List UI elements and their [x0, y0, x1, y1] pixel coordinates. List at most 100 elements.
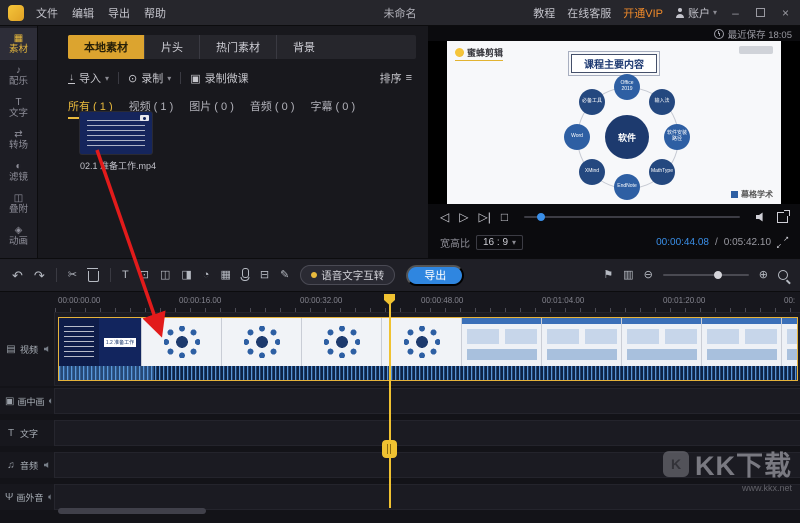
speed-icon[interactable]: ◔ — [203, 270, 210, 281]
playhead-line[interactable] — [389, 296, 391, 508]
pip-track-header[interactable]: ▣ 画中画 — [0, 388, 55, 414]
zoom-in-button[interactable]: ⊕ — [759, 270, 768, 281]
filter-image[interactable]: 图片 ( 0 ) — [189, 98, 234, 117]
support-link[interactable]: 在线客服 — [567, 5, 611, 21]
transition-icon: ⇄ — [14, 130, 22, 140]
sidebar-item-filter[interactable]: ◐ 滤镜 — [0, 156, 37, 188]
filter-subtitle[interactable]: 字幕 ( 0 ) — [311, 98, 356, 117]
timeline-zoom-slider[interactable] — [663, 274, 749, 276]
mute-icon[interactable] — [44, 462, 51, 469]
undo-icon[interactable]: ↶ — [12, 269, 23, 282]
slide-footer-label: 幕格学术 — [741, 189, 773, 200]
ruler-label: 00:00:32.00 — [300, 296, 342, 305]
subtitle-icon[interactable]: ⊟ — [260, 270, 269, 281]
record-lesson-label: 录制微课 — [205, 70, 249, 86]
filter-audio[interactable]: 音频 ( 0 ) — [250, 98, 295, 117]
text-track-header[interactable]: T 文字 — [0, 420, 55, 446]
audio-track-header[interactable]: ♫ 音频 — [0, 452, 55, 478]
tutorial-link[interactable]: 教程 — [533, 5, 555, 21]
delete-icon[interactable] — [88, 271, 99, 282]
sidebar-item-overlay[interactable]: ◫ 叠附 — [0, 188, 37, 220]
timeline-scrollbar[interactable] — [58, 508, 206, 514]
thumb-screenshot — [781, 318, 797, 366]
menu-file[interactable]: 文件 — [36, 5, 58, 21]
import-button[interactable]: ↓ 导入 ▾ — [68, 70, 109, 86]
menu-edit[interactable]: 编辑 — [72, 5, 94, 21]
record-lesson-icon: ▣ — [190, 72, 200, 85]
maximize-button[interactable] — [754, 6, 767, 20]
pip-track-body[interactable] — [55, 388, 800, 414]
thumb-screenshot — [541, 318, 621, 366]
time-ruler[interactable]: 00:00:00.00 00:00:16.00 00:00:32.00 00:0… — [0, 292, 800, 313]
detach-preview-icon[interactable] — [777, 212, 788, 223]
aspect-ratio-select[interactable]: 16 : 9 ▾ — [476, 235, 523, 250]
record-icon: ⊙ — [128, 72, 137, 85]
clip-thumbnail[interactable] — [80, 112, 152, 154]
text-tool-icon[interactable]: T — [122, 270, 129, 281]
volume-icon[interactable] — [756, 212, 767, 222]
sidebar-item-transition[interactable]: ⇄ 转场 — [0, 124, 37, 156]
annotate-icon[interactable]: ✎ — [280, 270, 289, 281]
seek-knob[interactable] — [537, 213, 545, 221]
thumb-title-slide — [59, 318, 99, 366]
sidebar-item-materials[interactable]: ▦ 素材 — [0, 28, 37, 60]
playhead-handle[interactable] — [382, 440, 397, 458]
export-button[interactable]: 导出 — [406, 265, 464, 286]
slide-bubble: 软件安装路径 — [664, 124, 690, 150]
prev-frame-button[interactable]: ◁ — [440, 211, 449, 223]
import-label: 导入 — [79, 70, 101, 86]
video-track-header[interactable]: ▤ 视频 — [0, 312, 55, 386]
vip-link[interactable]: 开通VIP — [623, 5, 663, 21]
tab-local-material[interactable]: 本地素材 — [68, 35, 145, 59]
mute-icon[interactable] — [49, 494, 53, 501]
fit-timeline-icon[interactable] — [778, 270, 788, 280]
sidebar-item-music[interactable]: ♪ 配乐 — [0, 60, 37, 92]
sidebar-item-animation[interactable]: ◈ 动画 — [0, 220, 37, 252]
next-frame-button[interactable]: ▷| — [478, 211, 490, 223]
mosaic-icon[interactable]: ▦ — [220, 270, 230, 281]
redo-icon[interactable]: ↷ — [34, 269, 45, 282]
tab-hot-material[interactable]: 热门素材 — [200, 35, 277, 59]
marker-icon[interactable]: ⚑ — [603, 270, 613, 281]
preview-screen[interactable]: 蜜蜂剪辑 课程主要内容 Office 2019 输入法 软件安装路径 MathT… — [428, 41, 800, 204]
menu-help[interactable]: 帮助 — [144, 5, 166, 21]
record-voice-icon[interactable] — [242, 268, 249, 278]
video-track-body[interactable]: 1.2 准备工作 — [55, 312, 800, 386]
record-button[interactable]: ⊙ 录制 ▾ — [128, 70, 171, 86]
ruler-label: 00:00:48.00 — [421, 296, 463, 305]
canvas-icon[interactable]: ◫ — [160, 270, 170, 281]
timeline-clip[interactable]: 1.2 准备工作 — [58, 317, 798, 381]
seek-slider[interactable] — [524, 216, 740, 218]
account-button[interactable]: 账户 ▾ — [675, 5, 717, 21]
crop-icon[interactable]: ⊡ — [140, 270, 149, 281]
minimize-button[interactable]: – — [729, 6, 742, 20]
zoom-knob[interactable] — [714, 271, 722, 279]
slide-bubble: EndNote — [614, 174, 640, 200]
stop-button[interactable]: □ — [501, 211, 508, 223]
fullscreen-icon[interactable] — [777, 237, 788, 248]
clip-thumb-label: 1.2 准备工作 — [104, 338, 136, 347]
text-track-body[interactable] — [55, 420, 800, 446]
app-logo-icon[interactable] — [8, 5, 24, 21]
filter-icon: ◐ — [15, 162, 21, 172]
voiceover-track-header[interactable]: Ψ 画外音 — [0, 484, 55, 510]
freeze-frame-icon[interactable]: ◨ — [181, 270, 191, 281]
split-icon[interactable]: ✂ — [68, 270, 77, 281]
tab-background[interactable]: 背景 — [277, 35, 331, 59]
media-clip-card[interactable]: 02.1 准备工作.mp4 — [80, 112, 170, 172]
sidebar-item-text[interactable]: T 文字 — [0, 92, 37, 124]
mute-icon[interactable] — [49, 398, 53, 405]
voiceover-track-body[interactable] — [55, 484, 800, 510]
zoom-out-button[interactable]: ⊖ — [644, 270, 653, 281]
play-button[interactable]: ▷ — [459, 211, 468, 223]
close-button[interactable]: × — [779, 6, 792, 20]
mute-icon[interactable] — [44, 346, 51, 353]
slide-preview: 蜜蜂剪辑 课程主要内容 Office 2019 输入法 软件安装路径 MathT… — [447, 41, 781, 204]
audio-track-body[interactable] — [55, 452, 800, 478]
menu-export[interactable]: 导出 — [108, 5, 130, 21]
tab-intro[interactable]: 片头 — [145, 35, 200, 59]
sort-button[interactable]: 排序 ≡ — [380, 70, 412, 86]
track-manage-icon[interactable]: ▥ — [623, 270, 633, 281]
record-lesson-button[interactable]: ▣ 录制微课 — [190, 70, 248, 86]
speech-text-button[interactable]: 语音文字互转 — [300, 265, 395, 285]
